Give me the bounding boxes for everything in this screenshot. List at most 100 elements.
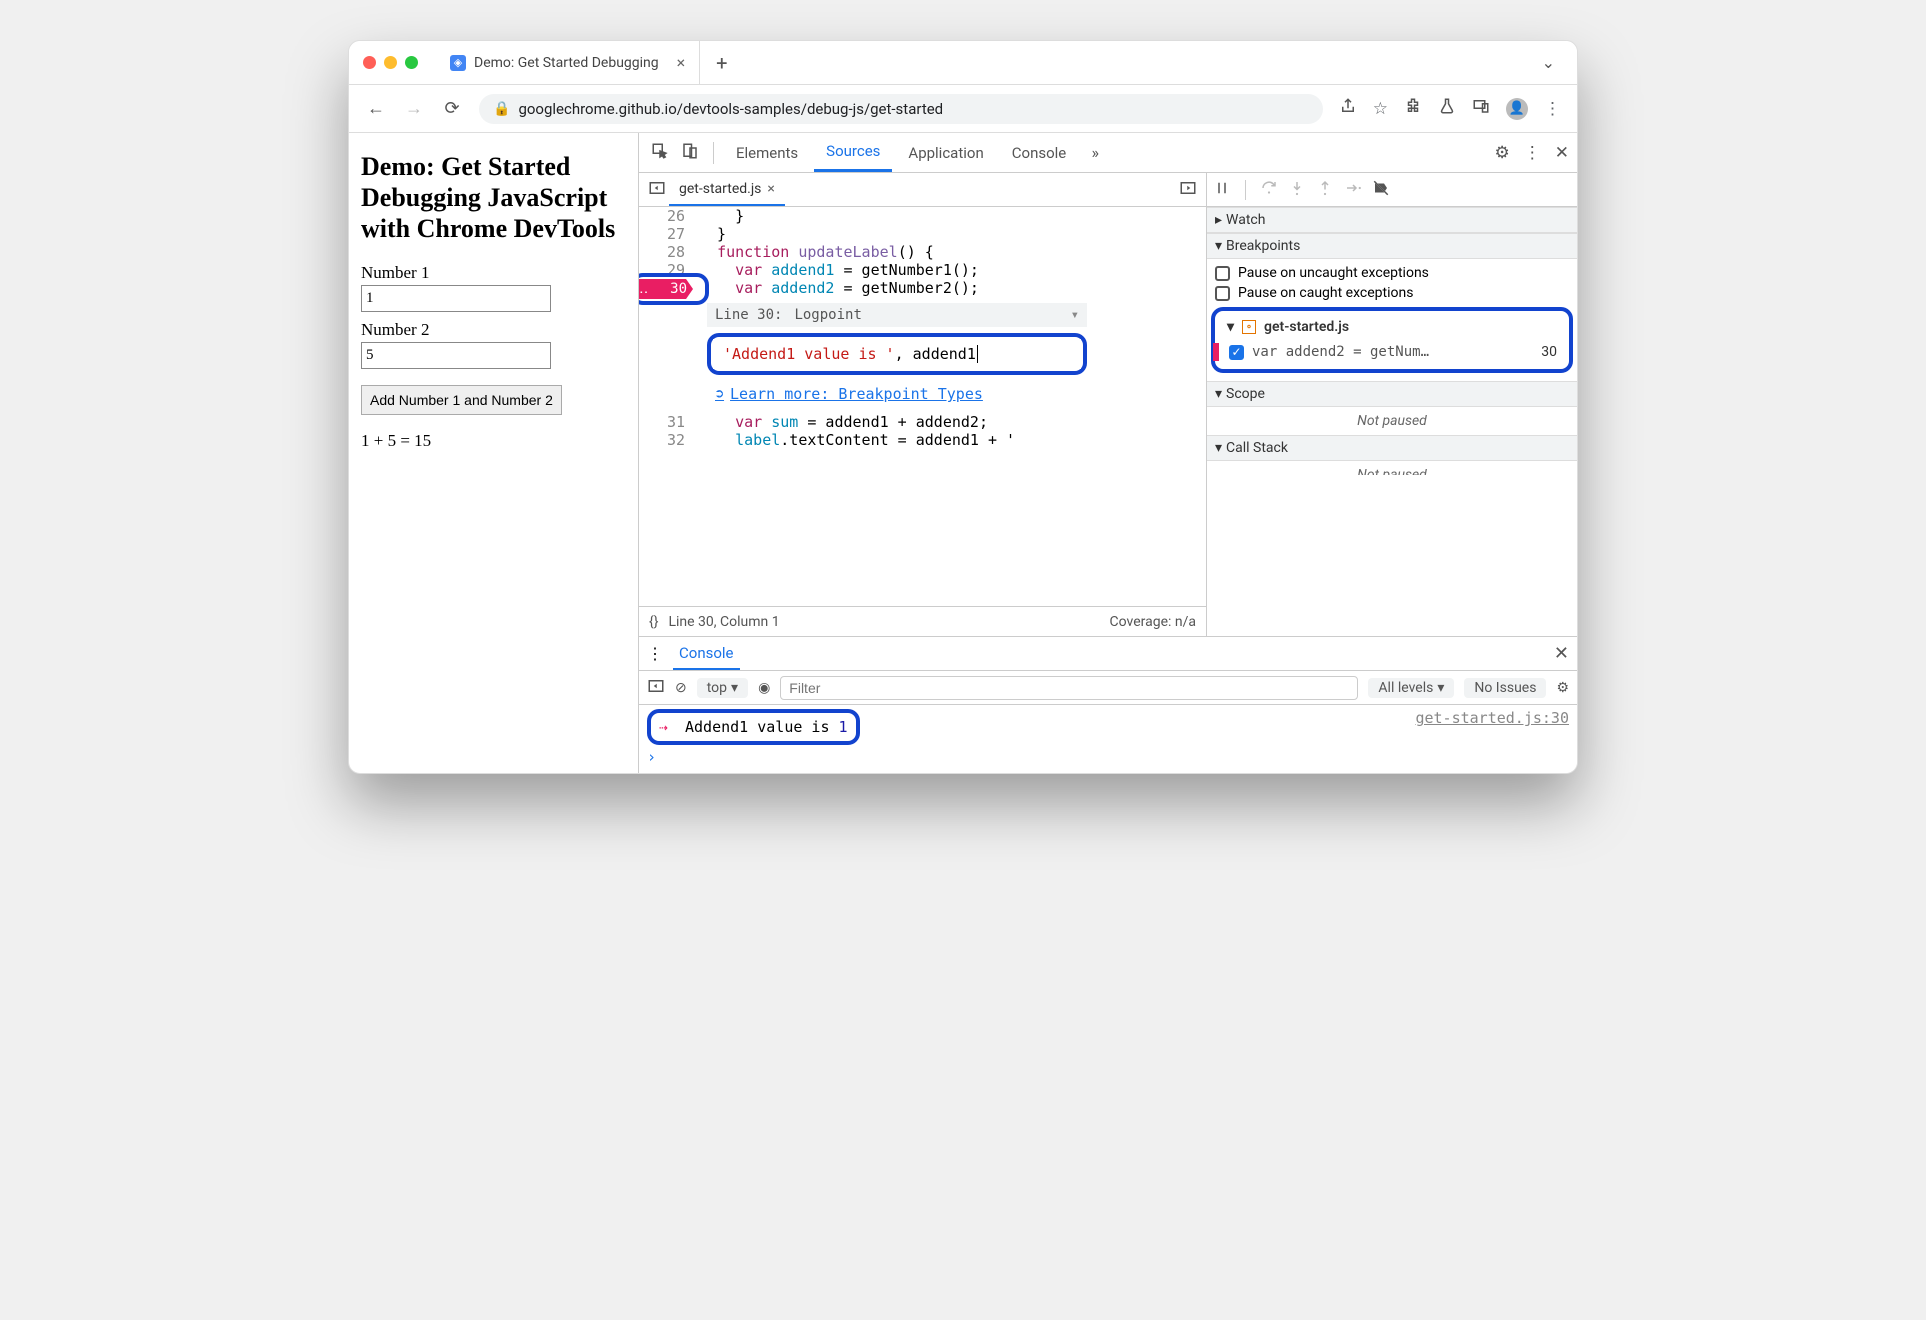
console-prompt[interactable]: › [647,745,1569,769]
bp-line-label: Line 30: [715,307,782,323]
issues-button[interactable]: No Issues [1464,678,1546,698]
watch-section[interactable]: ▸ Watch [1207,207,1577,233]
editor-status-bar: {} Line 30, Column 1 Coverage: n/a [639,606,1206,636]
debugger-panel: ▸ Watch ▾ Breakpoints Pause on uncaught … [1207,173,1577,636]
log-levels-selector[interactable]: All levels ▾ [1368,678,1454,698]
drawer-tab-console[interactable]: Console [673,637,740,670]
line-number[interactable]: 27 [639,225,699,243]
reload-button[interactable]: ⟳ [441,98,463,119]
page-content: Demo: Get Started Debugging JavaScript w… [349,133,639,773]
minimize-window-icon[interactable] [384,56,397,69]
breakpoint-checkbox[interactable]: ✓ [1229,345,1244,360]
profile-avatar[interactable]: 👤 [1506,98,1528,120]
file-tab[interactable]: get-started.js × [669,173,785,206]
line-number[interactable]: 28 [639,243,699,261]
share-icon[interactable] [1339,97,1357,120]
clear-console-icon[interactable]: ⊘ [675,680,687,696]
logpoint-output-icon: ⇢ [659,718,675,736]
step-into-icon[interactable] [1288,179,1306,201]
page-heading: Demo: Get Started Debugging JavaScript w… [361,151,626,245]
add-button[interactable]: Add Number 1 and Number 2 [361,385,562,415]
tab-title: Demo: Get Started Debugging [474,55,659,71]
devtools-tabs: Elements Sources Application Console » ⚙… [639,133,1577,173]
line-number[interactable]: 32 [639,431,699,449]
more-tabs-icon[interactable]: » [1082,143,1108,162]
step-icon[interactable] [1344,179,1362,201]
tab-close-icon[interactable]: × [677,53,686,72]
maximize-window-icon[interactable] [405,56,418,69]
file-tab-close-icon[interactable]: × [767,181,774,197]
extensions-icon[interactable] [1404,97,1422,120]
callstack-section[interactable]: ▾ Call Stack [1207,435,1577,461]
close-window-icon[interactable] [363,56,376,69]
number1-input[interactable] [361,285,551,312]
url-field[interactable]: 🔒 googlechrome.github.io/devtools-sample… [479,94,1323,124]
scope-section[interactable]: ▾ Scope [1207,381,1577,407]
address-bar: ← → ⟳ 🔒 googlechrome.github.io/devtools-… [349,85,1577,133]
url-text: googlechrome.github.io/devtools-samples/… [518,100,943,118]
tab-application[interactable]: Application [896,133,995,172]
log-message: Addend1 value is 1 [685,718,848,736]
tab-favicon-icon: ◈ [450,55,466,71]
breakpoint-entry[interactable]: ✓ var addend2 = getNum… 30 [1221,339,1563,365]
new-tab-button[interactable]: + [700,51,743,75]
drawer-menu-icon[interactable]: ⋮ [647,644,663,663]
inspect-icon[interactable] [647,142,673,164]
drawer-close-icon[interactable]: ✕ [1554,643,1569,664]
pause-caught-checkbox[interactable]: Pause on caught exceptions [1215,283,1569,303]
console-settings-icon[interactable]: ⚙ [1556,680,1569,696]
number1-label: Number 1 [361,263,626,283]
browser-tab[interactable]: ◈ Demo: Get Started Debugging × [436,41,700,84]
learn-more-link[interactable]: ➲ Learn more: Breakpoint Types [707,381,1087,407]
pause-uncaught-checkbox[interactable]: Pause on uncaught exceptions [1215,263,1569,283]
debugger-toolbar [1207,173,1577,207]
tabs-dropdown-icon[interactable]: ⌄ [1534,53,1563,72]
devtools-close-icon[interactable]: ✕ [1555,143,1569,163]
tab-elements[interactable]: Elements [724,133,810,172]
more-files-icon[interactable] [1176,179,1200,201]
number2-input[interactable] [361,342,551,369]
context-selector[interactable]: top ▾ [697,678,748,698]
file-tab-name: get-started.js [679,181,761,197]
line-number[interactable]: 26 [639,207,699,225]
logpoint-marker[interactable]: 30 [639,279,693,299]
labs-icon[interactable] [1438,97,1456,120]
line-number[interactable]: 31 [639,413,699,431]
navigator-toggle-icon[interactable] [645,179,669,201]
console-sidebar-toggle-icon[interactable] [647,677,665,699]
settings-icon[interactable]: ⚙ [1495,143,1510,163]
forward-button[interactable]: → [403,98,425,119]
console-log-entry[interactable]: ⇢ Addend1 value is 1 [659,715,848,739]
breakpoint-editor: Line 30: Logpoint ▾ 'Addend1 value is ',… [707,303,1087,407]
cursor-position: Line 30, Column 1 [668,614,779,630]
device-toggle-icon[interactable] [677,142,703,164]
chevron-down-icon[interactable]: ▾ [1071,307,1079,323]
console-drawer: ⋮ Console ✕ ⊘ top ▾ ◉ All levels ▾ No Is… [639,636,1577,773]
back-button[interactable]: ← [365,98,387,119]
step-out-icon[interactable] [1316,179,1334,201]
deactivate-breakpoints-icon[interactable] [1372,179,1390,201]
code-area[interactable]: 26 } 27 } 28 function updateLabel() { 29… [639,207,1206,606]
coverage-status: Coverage: n/a [1110,614,1196,630]
breakpoints-section[interactable]: ▾ Breakpoints [1207,233,1577,259]
tab-sources[interactable]: Sources [814,133,892,172]
devtools-menu-icon[interactable]: ⋮ [1524,143,1541,163]
step-over-icon[interactable] [1260,179,1278,201]
callstack-not-paused: Not paused [1207,461,1577,475]
bp-type-dropdown[interactable]: Logpoint [794,307,861,323]
tab-console[interactable]: Console [1000,133,1079,172]
devices-icon[interactable] [1472,97,1490,120]
pause-icon[interactable] [1213,179,1231,201]
pretty-print-icon[interactable]: {} [649,614,658,630]
breakpoint-file-group[interactable]: ▾ ∘get-started.js [1221,315,1563,339]
logpoint-expression-input[interactable]: 'Addend1 value is ', addend1 [713,339,1081,369]
live-expression-icon[interactable]: ◉ [758,680,770,696]
chrome-menu-icon[interactable]: ⋮ [1544,99,1561,119]
lock-icon: 🔒 [493,101,510,117]
devtools: Elements Sources Application Console » ⚙… [639,133,1577,773]
logpoint-indicator-icon [1213,343,1219,361]
window-controls [363,56,418,69]
log-source-link[interactable]: get-started.js:30 [1415,709,1569,727]
bookmark-icon[interactable]: ☆ [1373,99,1388,119]
console-filter-input[interactable] [780,676,1358,700]
